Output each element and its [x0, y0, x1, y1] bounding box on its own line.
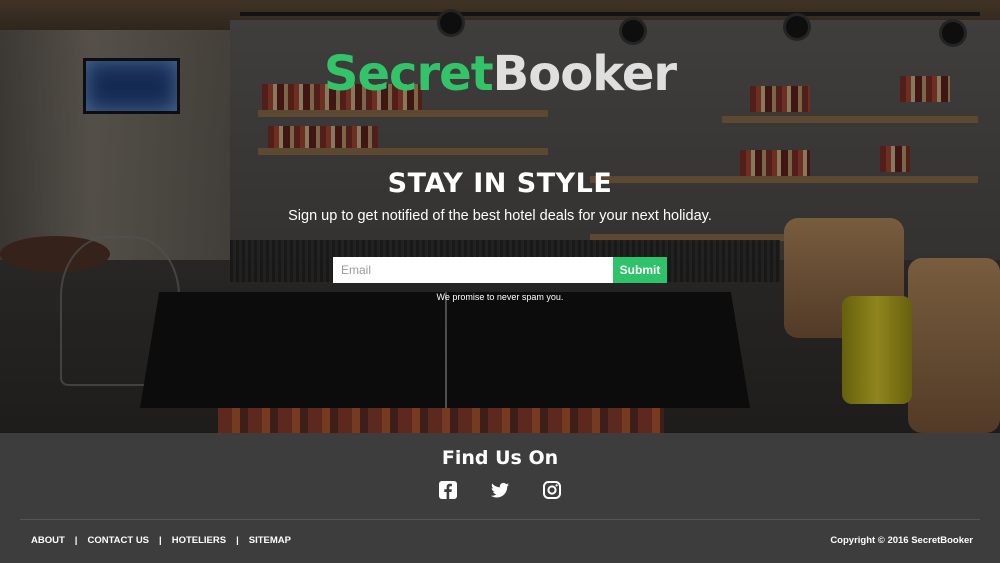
footer-link-contact-us[interactable]: CONTACT US	[87, 535, 149, 546]
instagram-icon[interactable]	[542, 480, 562, 500]
link-separator: |	[74, 535, 78, 546]
facebook-icon[interactable]	[438, 480, 458, 500]
footer-link-hoteliers[interactable]: HOTELIERS	[172, 535, 226, 546]
copyright-text: Copyright © 2016 SecretBooker	[830, 535, 973, 546]
logo-secret: Secret	[323, 46, 494, 102]
hero-section: SecretBooker STAY IN STYLE Sign up to ge…	[0, 0, 1000, 433]
email-input[interactable]	[333, 257, 613, 283]
hero-subline: Sign up to get notified of the best hote…	[288, 208, 712, 224]
footer-nav: ABOUT | CONTACT US | HOTELIERS | SITEMAP	[31, 535, 291, 546]
hero-headline: STAY IN STYLE	[387, 168, 613, 199]
footer-link-about[interactable]: ABOUT	[31, 535, 65, 546]
logo-booker: Booker	[492, 46, 677, 102]
footer-link-sitemap[interactable]: SITEMAP	[249, 535, 291, 546]
site-logo[interactable]: SecretBooker	[0, 46, 1000, 102]
footer-divider	[20, 519, 980, 520]
submit-button[interactable]: Submit	[613, 257, 667, 283]
link-separator: |	[236, 535, 239, 546]
spam-note: We promise to never spam you.	[436, 292, 564, 302]
twitter-icon[interactable]	[490, 480, 510, 500]
social-links	[0, 480, 1000, 500]
site-footer: Find Us On ABOUT | CONTACT US | HOTELIER…	[0, 433, 1000, 563]
link-separator: |	[159, 535, 162, 546]
find-us-heading: Find Us On	[441, 447, 559, 469]
signup-form: Submit	[333, 257, 667, 283]
